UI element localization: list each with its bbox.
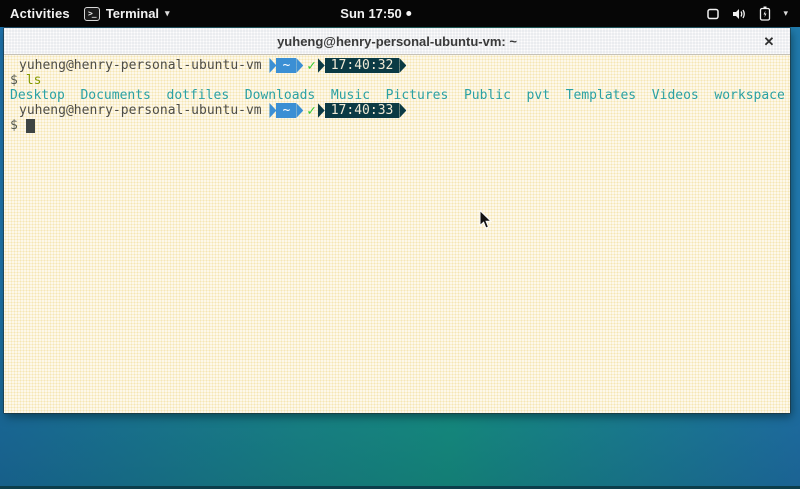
app-menu-label: Terminal xyxy=(106,6,159,21)
gnome-top-bar: Activities >_ Terminal ▾ Sun 17:50 xyxy=(0,0,800,27)
window-title: yuheng@henry-personal-ubuntu-vm: ~ xyxy=(277,34,517,49)
prompt-user-host: yuheng@henry-personal-ubuntu-vm xyxy=(19,103,262,118)
terminal-icon: >_ xyxy=(84,7,100,21)
window-titlebar[interactable]: yuheng@henry-personal-ubuntu-vm: ~ ✕ xyxy=(4,28,790,55)
check-icon: ✓ xyxy=(307,58,315,74)
command-line: $ xyxy=(10,118,790,133)
volume-icon xyxy=(732,7,747,21)
prompt-user-host: yuheng@henry-personal-ubuntu-vm xyxy=(19,58,262,73)
prompt-line: yuheng@henry-personal-ubuntu-vm ~ ✓ 17:4… xyxy=(10,58,790,73)
prompt-cwd-segment: ~ xyxy=(269,58,303,73)
app-menu-terminal[interactable]: >_ Terminal ▾ xyxy=(84,6,170,21)
notification-dot-icon xyxy=(407,11,412,16)
shell-prompt: $ xyxy=(10,73,18,88)
chevron-down-icon: ▾ xyxy=(783,9,788,18)
screen: Activities >_ Terminal ▾ Sun 17:50 xyxy=(0,0,800,489)
clock-label: Sun 17:50 xyxy=(340,6,401,21)
directory-list: Desktop Documents dotfiles Downloads Mus… xyxy=(10,88,785,103)
clock-button[interactable]: Sun 17:50 xyxy=(340,0,411,27)
terminal-content[interactable]: yuheng@henry-personal-ubuntu-vm ~ ✓ 17:4… xyxy=(4,55,790,413)
check-icon: ✓ xyxy=(307,103,315,119)
command-text: ls xyxy=(26,73,42,88)
close-icon[interactable]: ✕ xyxy=(758,28,780,55)
prompt-line: yuheng@henry-personal-ubuntu-vm ~ ✓ 17:4… xyxy=(10,103,790,118)
activities-button[interactable]: Activities xyxy=(10,6,70,21)
system-menu[interactable]: ▾ xyxy=(706,0,792,27)
terminal-window: yuheng@henry-personal-ubuntu-vm: ~ ✕ yuh… xyxy=(4,28,790,413)
network-icon xyxy=(706,7,720,21)
prompt-time-segment: 17:40:33 xyxy=(318,103,407,118)
prompt-time-segment: 17:40:32 xyxy=(318,58,407,73)
ls-output-line: Desktop Documents dotfiles Downloads Mus… xyxy=(10,88,790,103)
command-line: $ ls xyxy=(10,73,790,88)
chevron-down-icon: ▾ xyxy=(165,9,170,18)
shell-prompt: $ xyxy=(10,118,18,133)
terminal-cursor xyxy=(26,119,35,133)
prompt-cwd-segment: ~ xyxy=(269,103,303,118)
battery-charging-icon xyxy=(759,6,771,21)
